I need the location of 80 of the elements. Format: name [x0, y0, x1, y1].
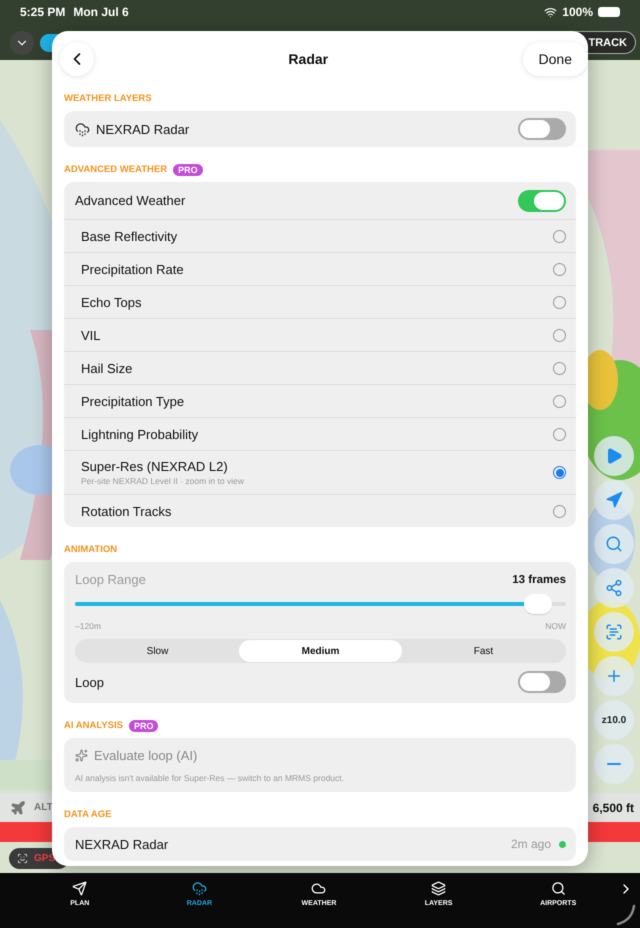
row-label: Hail Size	[81, 360, 132, 376]
minus-icon	[607, 763, 621, 765]
info-note: AI analysis isn't available for Super-Res — switch to an MRMS product.	[75, 773, 346, 783]
speed-segment[interactable]: Slow	[76, 640, 239, 662]
row-label: Precipitation Type	[81, 394, 184, 408]
battery-percent: 100%	[562, 5, 593, 19]
row-label: Lightning Probability	[81, 426, 198, 442]
row-label: Super-Res (NEXRAD L2)	[81, 459, 229, 474]
radio-button[interactable]	[553, 262, 566, 276]
rain-cloud-icon	[192, 881, 207, 896]
sheet-title: Radar	[288, 51, 328, 67]
altitude-value: 6,500 ft	[592, 800, 634, 814]
product-row[interactable]: Base Reflectivity	[64, 219, 576, 252]
layers-icon	[431, 881, 446, 896]
radio-button[interactable]	[553, 230, 566, 242]
radio-button[interactable]	[553, 296, 566, 308]
radio-button[interactable]	[553, 428, 566, 440]
radio-button[interactable]	[553, 504, 566, 518]
section-heading: WEATHER LAYERS	[64, 93, 152, 105]
toggle-switch[interactable]	[518, 118, 566, 140]
frame-count: 13 frames	[512, 574, 566, 586]
toggle-switch[interactable]	[518, 190, 566, 212]
row-label: Rotation Tracks	[81, 504, 172, 518]
product-row[interactable]: Precipitation Type	[64, 384, 576, 417]
paper-plane-icon	[72, 881, 88, 896]
status-time: 5:25 PM	[20, 5, 66, 19]
done-button[interactable]: Done	[522, 42, 588, 76]
product-row[interactable]: Lightning Probability	[64, 417, 576, 450]
row-subtitle: Per-site NEXRAD Level II · zoom in to view	[81, 476, 244, 486]
product-row[interactable]: Hail Size	[64, 351, 576, 384]
row-label: Echo Tops	[81, 294, 142, 310]
product-row[interactable]: Precipitation Rate	[64, 252, 576, 285]
search-icon	[550, 881, 566, 896]
plus-icon	[605, 667, 623, 685]
battery-icon	[598, 7, 620, 17]
gps-label: GPS	[34, 853, 56, 864]
scan-document-icon	[605, 623, 623, 641]
pro-badge: PRO	[128, 720, 158, 732]
age-text: 2m ago	[510, 837, 551, 851]
altitude-label: ALT	[34, 802, 53, 813]
row-label: Loop Range	[75, 572, 146, 587]
slider-min-label: –120m	[75, 621, 101, 631]
speed-segment[interactable]: Fast	[402, 640, 565, 662]
rain-cloud-icon	[75, 122, 90, 136]
wifi-icon	[544, 6, 558, 18]
row-label: Precipitation Rate	[81, 262, 184, 276]
section-heading: ADVANCED WEATHER	[64, 164, 168, 176]
row-label: VIL	[81, 328, 101, 342]
back-button[interactable]	[60, 42, 94, 76]
radio-button[interactable]	[553, 394, 566, 408]
row-label: Advanced Weather	[75, 193, 186, 208]
row-label: Base Reflectivity	[81, 228, 178, 244]
product-row[interactable]: Rotation Tracks	[64, 494, 576, 527]
product-row[interactable]: VIL	[64, 318, 576, 351]
section-heading: AI ANALYSIS	[64, 720, 123, 732]
row-label: Loop	[75, 674, 104, 690]
slider-max-label: NOW	[545, 621, 566, 631]
loop-range-slider[interactable]	[75, 593, 566, 615]
row-label: NEXRAD Radar	[96, 122, 190, 136]
play-icon	[605, 447, 623, 465]
radio-button[interactable]	[553, 362, 566, 374]
radio-button[interactable]	[553, 328, 566, 342]
plane-icon	[10, 800, 26, 816]
speed-segment[interactable]: Medium	[239, 640, 402, 662]
search-icon	[605, 535, 623, 553]
row-label: NEXRAD Radar	[75, 836, 168, 852]
cloud-icon	[311, 881, 326, 896]
product-row[interactable]: Super-Res (NEXRAD L2) Per-site NEXRAD Level II · zoom in to view	[64, 450, 576, 494]
navigation-arrow-icon	[605, 491, 623, 509]
toggle-switch[interactable]	[518, 671, 566, 693]
section-heading: ANIMATION	[64, 544, 118, 556]
product-row[interactable]: Echo Tops	[64, 285, 576, 318]
scan-icon	[17, 853, 28, 864]
sparkles-icon	[75, 749, 88, 762]
nodes-icon	[605, 579, 623, 597]
radio-button[interactable]	[553, 466, 566, 479]
loading-arc-icon	[614, 904, 636, 926]
pro-badge: PRO	[173, 164, 203, 176]
status-date: Mon Jul 6	[73, 5, 129, 19]
section-heading: DATA AGE	[64, 809, 112, 821]
